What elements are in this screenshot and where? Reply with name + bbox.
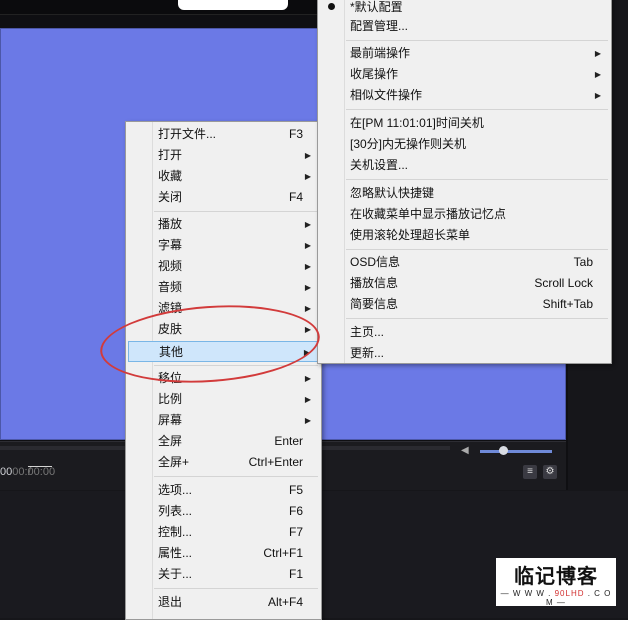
menu-item-properties[interactable]: 属性... Ctrl+F1 [128,543,319,564]
submenu-item-finish[interactable]: 收尾操作 ▶ [320,64,609,85]
menu-item-play[interactable]: 播放 ▶ [128,214,319,235]
volume-knob[interactable] [499,446,508,455]
submenu-arrow-icon: ▶ [304,220,311,229]
menu-separator [154,365,318,366]
watermark-logo: 临记博客 — W W W . 90LHD . C O M — [496,558,616,607]
submenu-arrow-icon: ▶ [594,70,601,79]
menu-item-subtitles[interactable]: 字幕 ▶ [128,235,319,256]
menu-item-filters[interactable]: 滤镜 ▶ [128,298,319,319]
submenu-arrow-icon: ▶ [304,262,311,271]
submenu-item-show-bookmarks[interactable]: 在收藏菜单中显示播放记忆点 [320,204,609,225]
time-total: 00:00:00 [12,466,56,478]
menu-separator [346,40,608,41]
menu-item-video[interactable]: 视频 ▶ [128,256,319,277]
submenu-arrow-icon: ▶ [304,283,311,292]
volume-icon[interactable]: ◀ [461,445,475,457]
submenu-arrow-icon: ▶ [594,49,601,58]
playlist-icon[interactable]: ≡ [523,465,537,479]
watermark-title: 临记博客 [514,564,598,588]
menu-item-fullscreen-plus[interactable]: 全屏+ Ctrl+Enter [128,452,319,473]
menu-item-control[interactable]: 控制... F7 [128,522,319,543]
submenu-item-shutdown-time[interactable]: 在[PM 11:01:01]时间关机 [320,113,609,134]
menu-separator [346,249,608,250]
submenu-item-brief-info[interactable]: 简要信息 Shift+Tab [320,294,609,315]
menu-separator [154,588,318,589]
submenu-item-config-manage[interactable]: 配置管理... [320,16,609,37]
submenu-item-homepage[interactable]: 主页... [320,322,609,343]
menu-item-other[interactable]: 其他 ▶ [128,341,319,362]
time-current: 00 [0,466,13,478]
menu-separator [346,318,608,319]
radio-bullet-icon [328,3,335,10]
submenu-arrow-icon: ▶ [304,374,311,383]
submenu-arrow-icon: ▶ [304,325,311,334]
submenu-item-shutdown-settings[interactable]: 关机设置... [320,155,609,176]
submenu-item-scroll-long-menu[interactable]: 使用滚轮处理超长菜单 [320,225,609,246]
submenu-arrow-icon: ▶ [304,172,311,181]
time-separator: / [28,466,53,478]
menu-item-open-file[interactable]: 打开文件... F3 [128,124,319,145]
menu-separator [154,476,318,477]
submenu-arrow-icon: ▶ [304,304,311,313]
time-display: 00 / 00:00:00 [0,466,55,478]
menu-separator [154,211,318,212]
submenu-item-update[interactable]: 更新... [320,343,609,364]
top-tab-shape [178,0,288,10]
submenu-item-shutdown-idle[interactable]: [30分]内无操作则关机 [320,134,609,155]
menu-item-favorites[interactable]: 收藏 ▶ [128,166,319,187]
menu-item-open[interactable]: 打开 ▶ [128,145,319,166]
menu-item-playlist[interactable]: 列表... F6 [128,501,319,522]
submenu-other: *默认配置 配置管理... 最前端操作 ▶ 收尾操作 ▶ 相似文件操作 ▶ 在[PM … [317,0,612,364]
submenu-item-osd-info[interactable]: OSD信息 Tab [320,252,609,273]
volume-slider[interactable] [480,450,552,453]
menu-item-exit[interactable]: 退出 Alt+F4 [128,592,319,613]
menu-item-options[interactable]: 选项... F5 [128,480,319,501]
submenu-item-similar-files[interactable]: 相似文件操作 ▶ [320,85,609,106]
gear-icon[interactable]: ⚙ [543,465,557,479]
submenu-arrow-icon: ▶ [303,348,310,357]
context-menu: 打开文件... F3 打开 ▶ 收藏 ▶ 关闭 F4 播放 ▶ 字幕 ▶ 视频 ▶ 音频 ▶ 滤… [125,121,322,620]
submenu-arrow-icon: ▶ [594,91,601,100]
menu-separator [346,179,608,180]
submenu-arrow-icon: ▶ [304,416,311,425]
submenu-arrow-icon: ▶ [304,395,311,404]
submenu-item-topmost[interactable]: 最前端操作 ▶ [320,43,609,64]
menu-item-fullscreen[interactable]: 全屏 Enter [128,431,319,452]
submenu-arrow-icon: ▶ [304,151,311,160]
menu-item-screen[interactable]: 屏幕 ▶ [128,410,319,431]
submenu-item-play-info[interactable]: 播放信息 Scroll Lock [320,273,609,294]
menu-item-move[interactable]: 移位 ▶ [128,368,319,389]
menu-separator [346,109,608,110]
menu-item-about[interactable]: 关于... F1 [128,564,319,585]
watermark-url: — W W W . 90LHD . C O M — [500,589,612,607]
submenu-item-ignore-hotkeys[interactable]: 忽略默认快捷键 [320,183,609,204]
menu-item-close[interactable]: 关闭 F4 [128,187,319,208]
menu-item-skin[interactable]: 皮肤 ▶ [128,319,319,340]
menu-item-audio[interactable]: 音频 ▶ [128,277,319,298]
menu-item-ratio[interactable]: 比例 ▶ [128,389,319,410]
submenu-arrow-icon: ▶ [304,241,311,250]
